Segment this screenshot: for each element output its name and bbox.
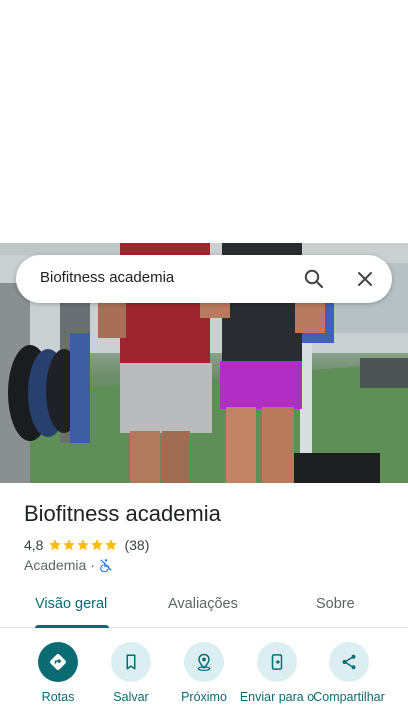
search-icon[interactable] [302, 267, 326, 291]
star-icon [77, 539, 90, 551]
share-label: Compartilhar [313, 690, 385, 704]
category-label: Academia [24, 557, 87, 573]
tab-about[interactable]: Sobre [316, 596, 355, 612]
save-button[interactable]: Salvar [91, 640, 171, 704]
place-tabs: Visão geral Avaliações Sobre [0, 584, 408, 628]
place-title: Biofitness academia [24, 501, 221, 526]
star-icon [63, 539, 76, 551]
directions-icon [38, 642, 78, 682]
star-icon [105, 539, 118, 551]
star-icon [49, 539, 62, 551]
save-label: Salvar [113, 690, 149, 704]
directions-label: Rotas [41, 690, 75, 704]
search-bar[interactable]: Biofitness academia [16, 255, 392, 303]
share-icon [329, 642, 369, 682]
send-to-phone-label: Enviar para o [239, 690, 315, 704]
star-rating [48, 538, 118, 552]
send-to-phone-icon [257, 642, 297, 682]
tab-overview[interactable]: Visão geral [35, 596, 107, 612]
star-icon [91, 539, 104, 551]
nearby-label: Próximo [181, 690, 227, 704]
nearby-icon [184, 642, 224, 682]
bookmark-icon [111, 642, 151, 682]
share-button[interactable]: Compartilhar [309, 640, 389, 704]
tab-reviews[interactable]: Avaliações [168, 596, 238, 612]
send-to-phone-button[interactable]: Enviar para o [237, 640, 317, 704]
close-icon[interactable] [353, 267, 377, 291]
rating-row[interactable]: 4,8 (38) [24, 536, 149, 554]
category-row: Academia · [24, 556, 113, 574]
nearby-button[interactable]: Próximo [164, 640, 244, 704]
rating-value: 4,8 [24, 537, 44, 553]
separator-dot: · [90, 557, 95, 573]
review-count[interactable]: (38) [124, 537, 149, 553]
active-tab-indicator [35, 625, 109, 628]
action-bar: Rotas Salvar Próximo Enviar para o Compa… [0, 640, 408, 726]
directions-button[interactable]: Rotas [18, 640, 98, 704]
no-wheelchair-icon [99, 558, 113, 573]
search-query[interactable]: Biofitness academia [40, 269, 174, 286]
